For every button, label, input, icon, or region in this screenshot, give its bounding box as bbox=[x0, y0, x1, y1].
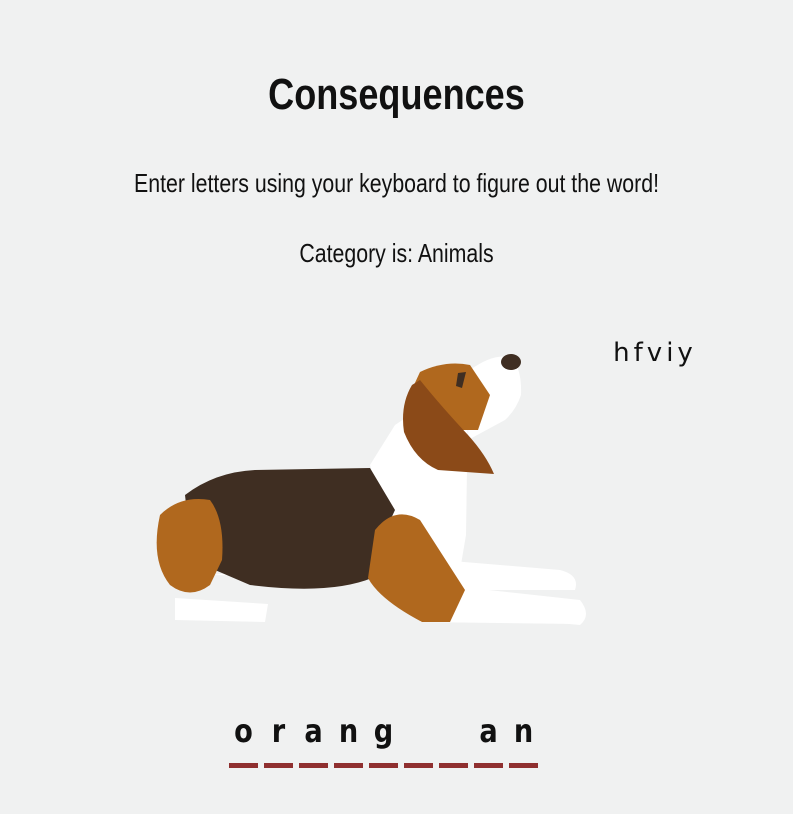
letter-underline bbox=[369, 763, 398, 768]
letter: a bbox=[304, 712, 323, 750]
letter-slot: r bbox=[264, 712, 293, 768]
letter-underline bbox=[229, 763, 258, 768]
letter-slot: n bbox=[334, 712, 363, 768]
letter: n bbox=[513, 712, 534, 750]
letter-underline bbox=[264, 763, 293, 768]
letter-underline bbox=[509, 763, 538, 768]
letter-underline bbox=[474, 763, 503, 768]
letter-slot: n bbox=[509, 712, 538, 768]
letter-underline bbox=[439, 763, 468, 768]
letter-underline bbox=[334, 763, 363, 768]
letter-slot: a bbox=[474, 712, 503, 768]
letter-slot bbox=[404, 712, 433, 768]
word-display: o r a n g a n bbox=[229, 712, 538, 772]
beagle-dog-illustration bbox=[156, 354, 586, 625]
letter-slot: o bbox=[229, 712, 258, 768]
instructions-text: Enter letters using your keyboard to fig… bbox=[133, 168, 660, 198]
letter-underline bbox=[299, 763, 328, 768]
letter-underline bbox=[404, 763, 433, 768]
letter-slot: g bbox=[369, 712, 398, 768]
letter: a bbox=[479, 712, 498, 750]
letter: r bbox=[271, 712, 286, 750]
letter: o bbox=[234, 712, 253, 750]
letter: g bbox=[373, 712, 394, 750]
category-label: Category is: Animals bbox=[299, 238, 494, 268]
game-title: Consequences bbox=[268, 70, 525, 119]
letter-slot: a bbox=[299, 712, 328, 768]
letter-slot bbox=[439, 712, 468, 768]
letter: n bbox=[338, 712, 359, 750]
wrong-guesses: hfviy bbox=[613, 338, 697, 368]
